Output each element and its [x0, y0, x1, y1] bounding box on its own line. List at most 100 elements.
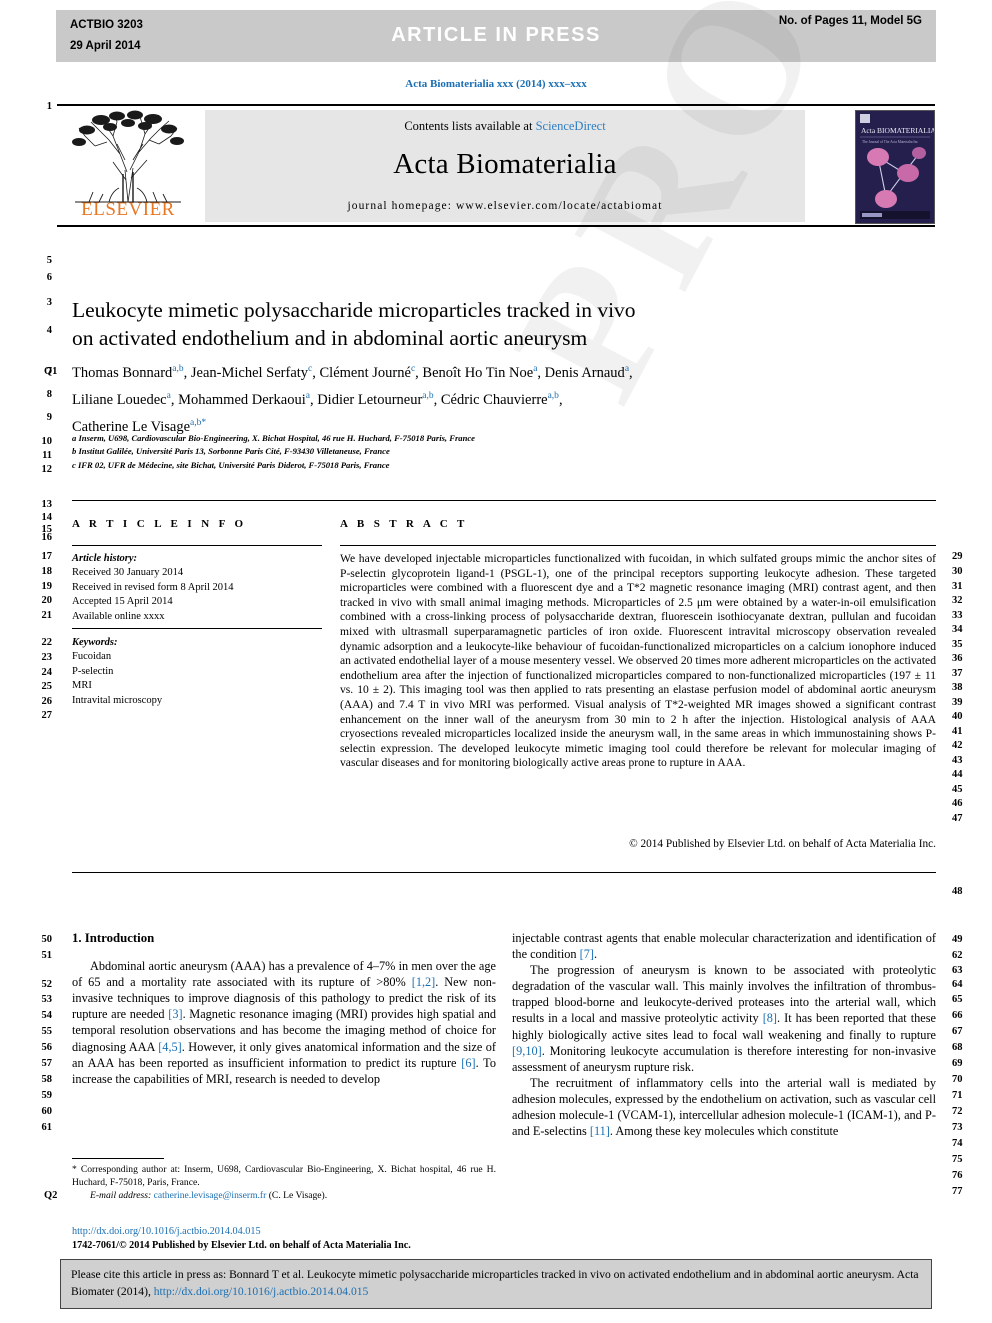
line-number: 66 [952, 1010, 963, 1021]
line-number: 69 [952, 1058, 963, 1069]
citation-ref-9-10[interactable]: [9,10] [512, 1044, 542, 1058]
line-number: 25 [41, 681, 53, 692]
line-number: 59 [41, 1090, 53, 1101]
line-number: 14 [41, 512, 53, 523]
intro-paragraph-3: The progression of aneurysm is known to … [512, 963, 936, 1074]
affiliation-a: a Inserm, U698, Cardiovascular Bio-Engin… [72, 433, 475, 443]
line-number: 75 [952, 1154, 963, 1165]
title-line-1: Leukocyte mimetic polysaccharide micropa… [72, 298, 636, 322]
journal-homepage-line[interactable]: journal homepage: www.elsevier.com/locat… [205, 200, 805, 212]
line-number: 76 [952, 1170, 963, 1181]
line-number: 48 [952, 886, 963, 897]
line-number: 50 [41, 934, 53, 945]
line-number: 24 [41, 667, 53, 678]
history-revised: Received in revised form 8 April 2014 [72, 581, 234, 593]
info-section-top-rule [72, 500, 936, 501]
cite-doi-link[interactable]: http://dx.doi.org/10.1016/j.actbio.2014.… [154, 1285, 369, 1298]
line-number: 29 [952, 551, 963, 562]
line-number: 20 [41, 595, 53, 606]
line-number: 12 [41, 464, 53, 475]
query-mark-q2[interactable]: Q2 [44, 1190, 57, 1201]
line-number: 33 [952, 610, 963, 621]
affiliation-c: c IFR 02, UFR de Médecine, site Bichat, … [72, 459, 390, 470]
line-number: 56 [41, 1042, 53, 1053]
line-number: 39 [952, 697, 963, 708]
please-cite-text: Please cite this article in press as: Bo… [71, 1266, 923, 1300]
keywords-label: Keywords: [72, 637, 118, 648]
intro-paragraph-2: injectable contrast agents that enable m… [512, 931, 936, 962]
elsevier-logo: ELSEVIER [59, 110, 197, 222]
email-line: E-mail address: catherine.levisage@inser… [72, 1189, 496, 1202]
affiliations-list: a Inserm, U698, Cardiovascular Bio-Engin… [72, 432, 772, 472]
doi-block: http://dx.doi.org/10.1016/j.actbio.2014.… [72, 1225, 496, 1253]
line-number: 1 [46, 101, 52, 112]
line-number: 52 [41, 979, 53, 990]
line-number: 67 [952, 1026, 963, 1037]
line-number: 63 [952, 965, 963, 976]
line-number: 77 [952, 1186, 963, 1197]
citation-ref-4-5[interactable]: [4,5] [158, 1040, 182, 1054]
running-head: Acta Biomaterialia xxx (2014) xxx–xxx [405, 78, 587, 90]
introduction-heading: 1. Introduction [72, 931, 155, 945]
line-number: 8 [46, 389, 52, 400]
line-number: 9 [46, 412, 52, 423]
citation-ref-8[interactable]: [8] [763, 1011, 777, 1025]
line-number: 38 [952, 682, 963, 693]
title-line-2: on activated endothelium and in abdomina… [72, 326, 588, 350]
email-label: E-mail address: [90, 1190, 152, 1202]
contents-prefix: Contents lists available at [404, 119, 536, 133]
line-number: 58 [41, 1074, 53, 1085]
citation-ref-3[interactable]: [3] [168, 1007, 182, 1021]
line-number: 70 [952, 1074, 963, 1085]
line-number: 51 [41, 950, 53, 961]
line-number: 10 [41, 436, 53, 447]
line-number: 72 [952, 1106, 963, 1117]
line-number: 46 [952, 798, 963, 809]
article-info-rule-2 [72, 628, 322, 629]
email-link[interactable]: catherine.levisage@inserm.fr [154, 1190, 267, 1201]
line-number: 40 [952, 711, 963, 722]
sciencedirect-link[interactable]: ScienceDirect [536, 119, 606, 133]
line-number: 17 [41, 551, 53, 562]
citation-ref-6[interactable]: [6] [461, 1056, 475, 1070]
doi-url[interactable]: http://dx.doi.org/10.1016/j.actbio.2014.… [72, 1225, 496, 1239]
line-number: 6 [46, 272, 52, 283]
line-number: 7 [46, 366, 52, 377]
line-number: 32 [952, 595, 963, 606]
line-number: 61 [41, 1122, 53, 1133]
line-number: 35 [952, 639, 963, 650]
line-number: 47 [952, 813, 963, 824]
intro-paragraph-1: Abdominal aortic aneurysm (AAA) has a pr… [72, 959, 496, 1086]
line-number: 44 [952, 769, 963, 780]
abstract-text: We have developed injectable micropartic… [340, 552, 936, 770]
line-number: 64 [952, 979, 963, 990]
abstract-rule [340, 545, 936, 546]
line-number: 19 [41, 581, 53, 592]
corresponding-author-footnote: * Corresponding author at: Inserm, U698,… [72, 1163, 496, 1203]
line-number: 42 [952, 740, 963, 751]
journal-masthead: ELSEVIER Contents lists available at Sci… [57, 104, 935, 227]
line-number: 26 [41, 696, 53, 707]
introduction-left-column: 1. Introduction Abdominal aortic aneurys… [72, 930, 496, 1087]
history-received: Received 30 January 2014 [72, 567, 184, 579]
history-accepted: Accepted 15 April 2014 [72, 596, 173, 608]
line-number: 16 [41, 532, 53, 543]
citation-ref-11[interactable]: [11] [590, 1124, 610, 1138]
line-number: 45 [952, 784, 963, 795]
svg-text:The Journal of The Acta Materi: The Journal of The Acta Materialia Inc [862, 140, 918, 144]
masthead-top-rule [57, 104, 935, 106]
journal-cover-thumbnail: Acta BIOMATERIALIA The Journal of The Ac… [855, 110, 935, 224]
pages-model-label: No. of Pages 11, Model 5G [778, 15, 922, 27]
citation-ref-1-2[interactable]: [1,2] [412, 975, 436, 989]
keyword-intravital-microscopy: Intravital microscopy [72, 694, 163, 706]
line-number: 21 [41, 610, 53, 621]
abstract-copyright: © 2014 Published by Elsevier Ltd. on beh… [629, 838, 936, 850]
status-banner: ACTBIO 3203 29 April 2014 ARTICLE IN PRE… [56, 10, 936, 62]
keywords-block: Keywords: Fucoidan P-selectin MRI Intrav… [72, 636, 327, 708]
citation-ref-7[interactable]: [7] [580, 947, 594, 961]
line-number: 74 [952, 1138, 963, 1149]
line-number: 36 [952, 653, 963, 664]
line-number: 37 [952, 668, 963, 679]
line-number: 31 [952, 581, 963, 592]
line-number: 68 [952, 1042, 963, 1053]
